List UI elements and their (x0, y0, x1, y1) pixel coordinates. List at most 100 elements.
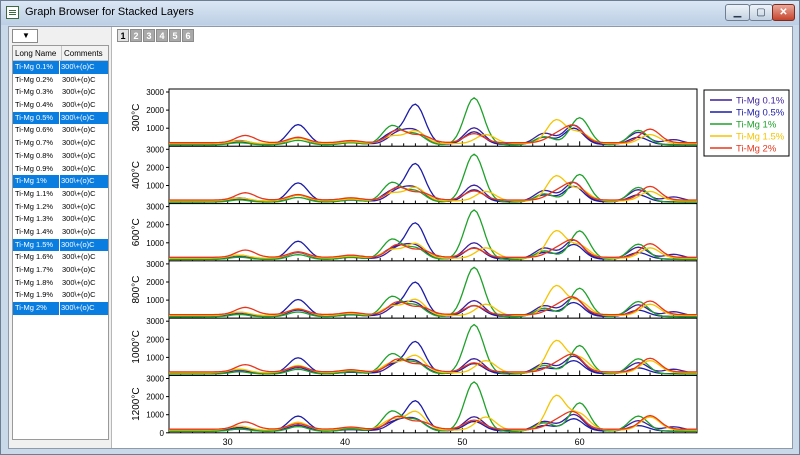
list-item[interactable]: Ti-Mg 1.2% 300\+(o)C (13, 201, 108, 214)
list-item-comment: 300\+(o)C (62, 265, 96, 274)
layer-button-2[interactable]: 2 (130, 29, 142, 42)
y-tick-label: 3000 (146, 88, 164, 97)
y-tick-label: 1000 (146, 296, 164, 305)
window-title: Graph Browser for Stacked Layers (25, 6, 194, 18)
panel-label: 300°C (131, 104, 142, 132)
chevron-down-icon: ▼ (22, 31, 30, 40)
list-rows: Ti-Mg 0.1% 300\+(o)C Ti-Mg 0.2% 300\+(o)C Ti… (13, 61, 108, 315)
list-item[interactable]: Ti-Mg 0.1% 300\+(o)C (13, 61, 108, 74)
list-item-comment: 300\+(o)C (59, 302, 95, 315)
dataset-list[interactable]: Long Name Comments Ti-Mg 0.1% 300\+(o)C Ti… (12, 45, 109, 440)
panel-frame (168, 375, 698, 434)
minimize-button[interactable]: ▁ (725, 4, 750, 21)
y-tick-label: 2000 (146, 393, 164, 402)
list-item-name: Ti-Mg 1.4% (15, 226, 54, 236)
list-item-comment: 300\+(o)C (62, 87, 96, 97)
graph-window-icon (6, 6, 19, 19)
list-item-comment: 300\+(o)C (62, 252, 96, 262)
y-tick-label: 1000 (146, 182, 164, 191)
list-item[interactable]: Ti-Mg 1.6% 300\+(o)C (13, 251, 108, 264)
list-item[interactable]: Ti-Mg 0.5% 300\+(o)C (13, 111, 108, 125)
list-item-comment: 300\+(o)C (59, 111, 95, 125)
list-item[interactable]: Ti-Mg 2% 300\+(o)C (13, 302, 108, 315)
y-tick-label: 1000 (146, 124, 164, 133)
y-tick-label: 3000 (146, 145, 164, 154)
list-item[interactable]: Ti-Mg 0.3% 300\+(o)C (13, 86, 108, 99)
list-item-comment: 300\+(o)C (62, 188, 96, 198)
panel-label: 800°C (131, 276, 142, 304)
list-item-comment: 300\+(o)C (59, 238, 95, 252)
y-tick-label: 1000 (146, 353, 164, 362)
layer-button-3[interactable]: 3 (143, 29, 155, 42)
column-header-comments[interactable]: Comments (61, 46, 103, 61)
layer-button-1[interactable]: 1 (117, 29, 129, 42)
panel-label: 600°C (131, 218, 142, 246)
y-tick-label: 2000 (146, 106, 164, 115)
maximize-button[interactable]: ▢ (749, 4, 773, 21)
list-item[interactable]: Ti-Mg 1.1% 300\+(o)C (13, 188, 108, 201)
list-item-name: Ti-Mg 0.8% (15, 150, 54, 160)
y-tick-label: 1000 (146, 411, 164, 420)
client-area: ▼ Long Name Comments Ti-Mg 0.1% 300\+(o)C… (8, 26, 793, 449)
panel-label: 400°C (131, 161, 142, 189)
dataset-panel: ▼ Long Name Comments Ti-Mg 0.1% 300\+(o)C… (9, 27, 112, 448)
list-item-name: Ti-Mg 1% (15, 176, 47, 186)
list-options-dropdown[interactable]: ▼ (12, 29, 38, 43)
list-item-comment: 300\+(o)C (62, 214, 96, 224)
y-tick-label: 3000 (146, 203, 164, 212)
list-item-comment: 300\+(o)C (59, 175, 95, 188)
title-bar[interactable]: Graph Browser for Stacked Layers ▁ ▢ ✕ (1, 1, 799, 25)
legend-entry: Ti-Mg 1% (736, 120, 777, 131)
list-item-comment: 300\+(o)C (62, 138, 96, 148)
list-item[interactable]: Ti-Mg 0.6% 300\+(o)C (13, 124, 108, 137)
list-item[interactable]: Ti-Mg 1% 300\+(o)C (13, 175, 108, 188)
list-item[interactable]: Ti-Mg 0.8% 300\+(o)C (13, 150, 108, 163)
y-tick-label: 3000 (146, 260, 164, 269)
list-item[interactable]: Ti-Mg 1.8% 300\+(o)C (13, 277, 108, 290)
column-header-long-name[interactable]: Long Name (15, 49, 56, 58)
list-item[interactable]: Ti-Mg 1.3% 300\+(o)C (13, 213, 108, 226)
x-tick-label: 50 (457, 437, 467, 445)
list-item[interactable]: Ti-Mg 0.4% 300\+(o)C (13, 99, 108, 112)
list-item-comment: 300\+(o)C (62, 201, 96, 211)
list-item-name: Ti-Mg 1.3% (15, 214, 54, 224)
list-item-name: Ti-Mg 1.6% (15, 252, 54, 262)
list-item-name: Ti-Mg 0.6% (15, 125, 54, 135)
list-item-name: Ti-Mg 1.1% (15, 188, 54, 198)
list-item[interactable]: Ti-Mg 0.7% 300\+(o)C (13, 137, 108, 150)
list-item-name: Ti-Mg 0.5% (15, 112, 54, 122)
list-header: Long Name Comments (13, 46, 108, 61)
maximize-icon: ▢ (756, 7, 766, 18)
list-item-name: Ti-Mg 0.4% (15, 100, 54, 110)
list-item-name: Ti-Mg 1.2% (15, 201, 54, 211)
list-item-comment: 300\+(o)C (62, 163, 96, 173)
legend-entry: Ti-Mg 0.5% (736, 108, 785, 119)
layer-button-5[interactable]: 5 (169, 29, 181, 42)
list-item-name: Ti-Mg 0.2% (15, 74, 54, 84)
stacked-layers-graph[interactable]: 1000 2000 3000 300°C 1000 2000 3000 400°C 1000 20… (121, 45, 791, 445)
list-item-name: Ti-Mg 1.7% (15, 265, 54, 274)
list-item-comment: 300\+(o)C (62, 277, 96, 287)
list-item-name: Ti-Mg 1.8% (15, 277, 54, 287)
panel-label: 1200°C (131, 387, 142, 420)
list-item-name: Ti-Mg 0.7% (15, 138, 54, 148)
list-item-comment: 300\+(o)C (62, 226, 96, 236)
list-item[interactable]: Ti-Mg 0.9% 300\+(o)C (13, 163, 108, 176)
list-item[interactable]: Ti-Mg 1.9% 300\+(o)C (13, 289, 108, 302)
y-tick-label: 3000 (146, 317, 164, 326)
list-item-comment: 300\+(o)C (62, 150, 96, 160)
y-tick-label: 2000 (146, 163, 164, 172)
legend-entry: Ti-Mg 1.5% (736, 132, 785, 143)
list-item[interactable]: Ti-Mg 1.7% 300\+(o)C (13, 264, 108, 277)
layer-button-4[interactable]: 4 (156, 29, 168, 42)
list-item-comment: 300\+(o)C (62, 100, 96, 110)
layer-button-6[interactable]: 6 (182, 29, 194, 42)
y-tick-label: 1000 (146, 239, 164, 248)
list-item[interactable]: Ti-Mg 1.5% 300\+(o)C (13, 238, 108, 252)
y-tick-label: 2000 (146, 221, 164, 230)
list-item[interactable]: Ti-Mg 0.2% 300\+(o)C (13, 74, 108, 87)
list-item-name: Ti-Mg 1.9% (15, 290, 54, 300)
list-item[interactable]: Ti-Mg 1.4% 300\+(o)C (13, 226, 108, 239)
list-item-comment: 300\+(o)C (59, 61, 95, 74)
close-button[interactable]: ✕ (772, 4, 795, 21)
